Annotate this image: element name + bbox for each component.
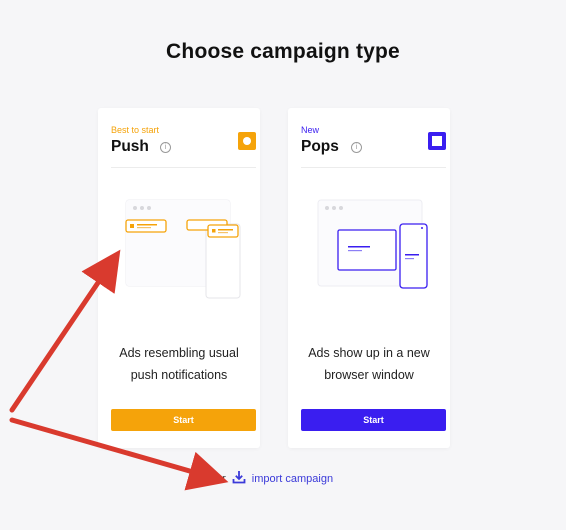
push-description-line-2: push notifications (130, 368, 228, 382)
push-start-button[interactable]: Start (111, 409, 256, 431)
push-title: Push (111, 138, 149, 155)
push-campaign-card[interactable]: Best to start Push i Ads resembling usua… (98, 108, 260, 448)
push-eyebrow: Best to start (111, 125, 160, 135)
import-campaign-link[interactable]: import campaign (252, 473, 333, 485)
info-circle-icon[interactable]: i (351, 142, 362, 153)
annotation-arrows (9, 249, 229, 491)
push-divider (111, 167, 256, 168)
pops-description-line-1: Ads show up in a new (308, 346, 430, 360)
push-illustration (125, 199, 241, 299)
import-prefix: or (216, 472, 226, 485)
pops-description: Ads show up in a new browser window (288, 342, 450, 386)
info-circle-icon[interactable]: i (160, 142, 171, 153)
push-description-line-1: Ads resembling usual (119, 346, 239, 360)
page-title: Choose campaign type (166, 40, 400, 63)
pops-description-line-2: browser window (324, 368, 414, 382)
pops-start-button[interactable]: Start (301, 409, 446, 431)
pops-campaign-card[interactable]: New Pops i Ads show up in a new browser … (288, 108, 450, 448)
pops-divider (301, 167, 446, 168)
pops-title: Pops (301, 138, 339, 155)
pops-eyebrow: New (301, 125, 320, 135)
import-row: or import campaign (216, 470, 333, 487)
arrow-to-push-illustration (9, 249, 121, 413)
push-type-icon (238, 132, 256, 150)
pops-illustration (317, 199, 428, 289)
push-description: Ads resembling usual push notifications (98, 342, 260, 386)
download-icon[interactable] (232, 470, 246, 487)
pops-type-icon (428, 132, 446, 150)
